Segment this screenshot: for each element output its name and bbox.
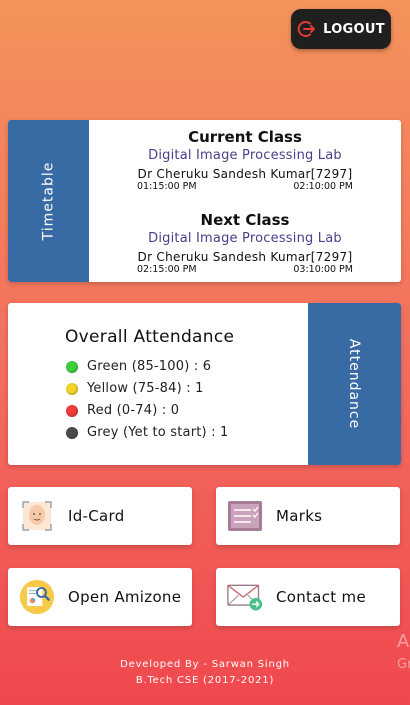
open-amizone-button[interactable]: Open Amizone bbox=[8, 568, 192, 626]
attendance-row-green: Green (85-100) : 6 bbox=[66, 359, 211, 374]
contact-me-label: Contact me bbox=[276, 588, 366, 606]
timetable-tab-label: Timetable bbox=[40, 161, 57, 241]
next-class-heading: Next Class bbox=[200, 211, 290, 229]
timetable-card[interactable]: Timetable Current Class Digital Image Pr… bbox=[8, 120, 401, 282]
attendance-row-label: Red (0-74) : 0 bbox=[87, 403, 180, 418]
next-class-start: 02:15:00 PM bbox=[137, 264, 197, 275]
open-amizone-label: Open Amizone bbox=[68, 588, 182, 606]
marks-label: Marks bbox=[276, 507, 323, 525]
current-class-end: 02:10:00 PM bbox=[293, 181, 353, 192]
amizone-icon bbox=[19, 579, 55, 615]
current-class-subject: Digital Image Processing Lab bbox=[148, 148, 342, 163]
next-class-teacher: Dr Cheruku Sandesh Kumar[7297] bbox=[137, 250, 353, 264]
current-class-start: 01:15:00 PM bbox=[137, 181, 197, 192]
attendance-tab-label: Attendance bbox=[346, 338, 363, 430]
red-dot-icon bbox=[66, 404, 78, 417]
attendance-row-grey: Grey (Yet to start) : 1 bbox=[66, 425, 229, 440]
next-class: Next Class Digital Image Processing Lab … bbox=[89, 211, 401, 275]
edge-text-2: Gr bbox=[397, 657, 410, 672]
attendance-content: Overall Attendance Green (85-100) : 6 Ye… bbox=[8, 303, 308, 465]
next-class-times: 02:15:00 PM 03:10:00 PM bbox=[89, 264, 401, 275]
attendance-card[interactable]: Overall Attendance Green (85-100) : 6 Ye… bbox=[8, 303, 401, 465]
attendance-row-label: Green (85-100) : 6 bbox=[87, 359, 212, 374]
current-class-heading: Current Class bbox=[188, 128, 302, 146]
id-card-icon bbox=[19, 498, 55, 534]
attendance-row-label: Grey (Yet to start) : 1 bbox=[87, 425, 229, 440]
attendance-tab[interactable]: Attendance bbox=[308, 303, 401, 465]
current-class-times: 01:15:00 PM 02:10:00 PM bbox=[89, 181, 401, 192]
next-class-subject: Digital Image Processing Lab bbox=[148, 231, 342, 246]
logout-label: LOGOUT bbox=[323, 21, 385, 37]
marks-icon bbox=[227, 498, 263, 534]
course-credit: B.Tech CSE (2017-2021) bbox=[135, 675, 275, 686]
logout-icon bbox=[297, 19, 317, 39]
id-card-button[interactable]: Id-Card bbox=[8, 487, 192, 545]
mail-icon bbox=[227, 579, 263, 615]
marks-button[interactable]: Marks bbox=[216, 487, 400, 545]
current-class-teacher: Dr Cheruku Sandesh Kumar[7297] bbox=[137, 167, 353, 181]
id-card-label: Id-Card bbox=[68, 507, 125, 525]
timetable-content: Current Class Digital Image Processing L… bbox=[89, 120, 401, 282]
edge-text-1: A bbox=[397, 631, 410, 652]
attendance-row-red: Red (0-74) : 0 bbox=[66, 403, 179, 418]
developer-credit: Developed By - Sarwan Singh bbox=[120, 659, 290, 670]
logout-button[interactable]: LOGOUT bbox=[291, 9, 391, 49]
attendance-row-label: Yellow (75-84) : 1 bbox=[87, 381, 204, 396]
current-class: Current Class Digital Image Processing L… bbox=[89, 128, 401, 192]
next-class-end: 03:10:00 PM bbox=[293, 264, 353, 275]
contact-me-button[interactable]: Contact me bbox=[216, 568, 400, 626]
attendance-title: Overall Attendance bbox=[65, 327, 235, 347]
attendance-row-yellow: Yellow (75-84) : 1 bbox=[66, 381, 204, 396]
timetable-tab[interactable]: Timetable bbox=[8, 120, 89, 282]
green-dot-icon bbox=[66, 360, 78, 373]
yellow-dot-icon bbox=[66, 382, 78, 395]
grey-dot-icon bbox=[66, 426, 78, 439]
